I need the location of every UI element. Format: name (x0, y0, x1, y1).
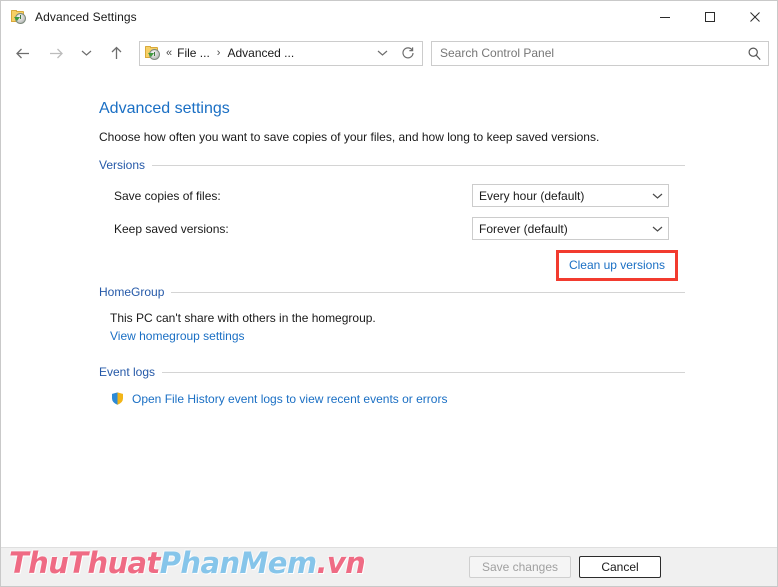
back-button[interactable] (5, 37, 39, 69)
address-bar[interactable]: « File ... › Advanced ... (139, 40, 423, 66)
advanced-settings-window: Advanced Settings « File ... › Advanced … (0, 0, 778, 587)
save-copies-dropdown[interactable]: Every hour (default) (472, 184, 669, 207)
page-subtitle: Choose how often you want to save copies… (99, 130, 600, 144)
event-logs-group-rule (162, 371, 685, 373)
search-box[interactable] (431, 40, 769, 66)
maximize-button[interactable] (687, 1, 732, 32)
save-copies-label: Save copies of files: (114, 188, 221, 203)
homegroup-group-header: HomeGroup (99, 285, 685, 299)
search-icon[interactable] (740, 42, 768, 65)
keep-versions-dropdown[interactable]: Forever (default) (472, 217, 669, 240)
close-button[interactable] (732, 1, 777, 32)
versions-group-rule (152, 164, 685, 166)
cleanup-versions-highlight: Clean up versions (555, 250, 678, 281)
navigation-bar: « File ... › Advanced ... (1, 32, 777, 74)
event-logs-group-header: Event logs (99, 365, 685, 379)
save-copies-value: Every hour (default) (479, 188, 585, 203)
minimize-icon (659, 16, 670, 18)
dialog-footer: Save changes Cancel (1, 547, 777, 586)
homegroup-group-label: HomeGroup (99, 285, 165, 299)
breadcrumb-separator-icon: › (216, 47, 221, 59)
open-event-logs-link[interactable]: Open File History event logs to view rec… (132, 392, 447, 406)
back-arrow-icon (15, 48, 29, 58)
breadcrumb-item-advanced[interactable]: Advanced ... (227, 46, 294, 60)
versions-group-header: Versions (99, 158, 685, 172)
refresh-icon (402, 47, 414, 59)
homegroup-status-text: This PC can't share with others in the h… (110, 311, 376, 325)
breadcrumb-item-file-history[interactable]: File ... (177, 46, 210, 60)
chevron-down-icon[interactable] (646, 225, 668, 233)
recent-locations-button[interactable] (73, 37, 99, 69)
breadcrumb-overflow-icon[interactable]: « (166, 47, 172, 59)
file-history-icon (145, 45, 161, 61)
chevron-down-icon[interactable] (646, 192, 668, 200)
keep-versions-row: Keep saved versions: Forever (default) (99, 217, 685, 240)
search-input[interactable] (432, 46, 740, 60)
cleanup-versions-row: Clean up versions (99, 250, 685, 281)
homegroup-group-rule (171, 291, 685, 293)
chevron-down-icon (377, 50, 387, 56)
minimize-button[interactable] (642, 1, 687, 32)
file-history-icon (11, 9, 27, 25)
up-button[interactable] (99, 37, 133, 69)
window-title: Advanced Settings (35, 9, 137, 24)
settings-content: Advanced settings Choose how often you w… (1, 74, 777, 547)
forward-button[interactable] (39, 37, 73, 69)
save-changes-button[interactable]: Save changes (468, 556, 571, 578)
chevron-down-icon (81, 50, 91, 56)
event-logs-group-label: Event logs (99, 365, 156, 379)
refresh-button[interactable] (394, 42, 422, 65)
up-arrow-icon (111, 46, 121, 59)
close-icon (749, 11, 760, 22)
event-logs-row: Open File History event logs to view rec… (99, 391, 685, 406)
forward-arrow-icon (49, 48, 63, 58)
save-copies-row: Save copies of files: Every hour (defaul… (99, 184, 685, 207)
versions-group-label: Versions (99, 158, 146, 172)
uac-shield-icon (110, 391, 125, 406)
cleanup-versions-link[interactable]: Clean up versions (569, 258, 665, 272)
page-title: Advanced settings (99, 100, 230, 117)
view-homegroup-settings-link[interactable]: View homegroup settings (110, 329, 245, 343)
keep-versions-value: Forever (default) (479, 221, 568, 236)
window-controls (642, 1, 777, 32)
cancel-button[interactable]: Cancel (579, 556, 661, 578)
title-bar: Advanced Settings (1, 1, 777, 32)
keep-versions-label: Keep saved versions: (114, 221, 229, 236)
maximize-icon (704, 11, 715, 22)
address-dropdown-button[interactable] (370, 42, 394, 65)
homegroup-link-row: View homegroup settings (99, 327, 685, 345)
